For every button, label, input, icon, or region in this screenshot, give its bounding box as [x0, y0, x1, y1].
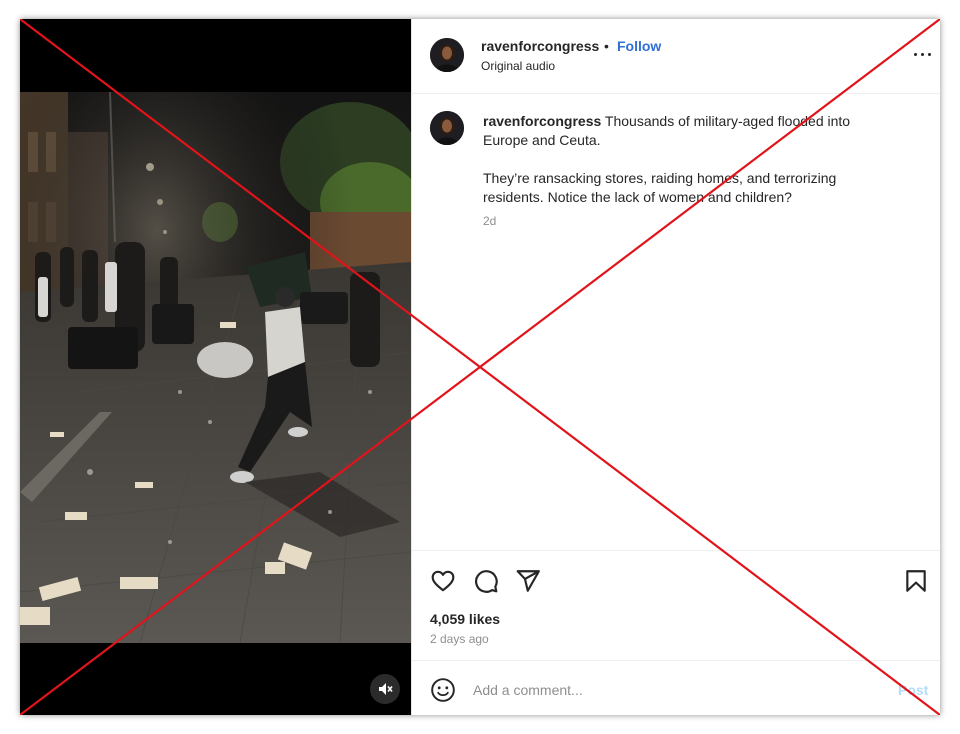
more-options-icon-dot [921, 53, 924, 56]
post-header: ravenforcongress • Follow Original audio [412, 19, 940, 94]
post-details-pane: ravenforcongress • Follow Original audio [411, 19, 940, 715]
emoji-icon[interactable] [430, 677, 456, 703]
bookmark-icon[interactable] [903, 568, 929, 594]
caption-text: ravenforcongress Thousands of military-a… [483, 112, 883, 207]
more-options-button[interactable] [912, 47, 934, 61]
video-frame [20, 92, 411, 643]
username-link[interactable]: ravenforcongress [481, 38, 599, 54]
heart-icon[interactable] [430, 568, 456, 594]
audio-label[interactable]: Original audio [481, 59, 555, 73]
letterbox-top [20, 19, 411, 92]
post-comment-button[interactable]: Post [898, 682, 928, 698]
media-pane [20, 19, 411, 715]
profile-photo [430, 38, 464, 72]
mute-button[interactable] [370, 674, 400, 704]
separator-dot: • [604, 38, 609, 54]
post-date[interactable]: 2 days ago [430, 632, 489, 646]
letterbox-bottom [20, 643, 411, 715]
video-player[interactable] [20, 92, 411, 643]
muted-speaker-icon [379, 683, 393, 695]
profile-photo [430, 111, 464, 145]
caption-username[interactable]: ravenforcongress [483, 113, 601, 129]
caption-line-2: They’re ransacking stores, raiding homes… [483, 170, 837, 205]
follow-button[interactable]: Follow [617, 38, 661, 54]
like-count[interactable]: 4,059 likes [430, 611, 500, 627]
caption-timestamp[interactable]: 2d [483, 214, 496, 228]
comment-bar: Post [412, 660, 940, 715]
avatar[interactable] [430, 38, 464, 72]
more-options-icon-dot [928, 53, 931, 56]
comment-icon[interactable] [473, 568, 499, 594]
comment-input[interactable] [471, 675, 875, 705]
more-options-icon [914, 53, 917, 56]
caption-avatar[interactable] [430, 111, 464, 145]
instagram-post-window: ravenforcongress • Follow Original audio [20, 19, 940, 715]
share-icon[interactable] [515, 568, 541, 594]
